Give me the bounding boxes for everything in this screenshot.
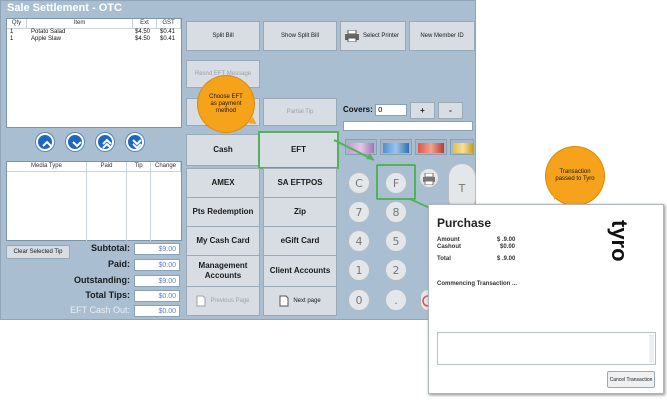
tyro-dialog: Purchase tyro Amount $ .9.00 Cashout $0.…	[428, 204, 664, 394]
tyro-amount-value: $ .9.00	[497, 237, 516, 243]
cancel-transaction-button[interactable]: Cancel Transaction	[607, 371, 655, 388]
tyro-status: Commencing Transaction ...	[437, 281, 518, 287]
tyro-total-value: $ .9.00	[497, 256, 516, 262]
tyro-total-label: Total	[437, 256, 451, 262]
callout-choose-eft: Choose EFT as payment method	[198, 76, 254, 132]
tyro-cashout-value: $0.00	[500, 244, 516, 250]
scrollbar[interactable]	[649, 334, 654, 363]
tyro-message-area	[437, 332, 656, 365]
tyro-cashout-label: Cashout	[437, 244, 461, 250]
tyro-logo: tyro	[607, 220, 632, 262]
tyro-heading: Purchase	[437, 216, 492, 230]
tyro-amount-label: Amount	[437, 237, 460, 243]
